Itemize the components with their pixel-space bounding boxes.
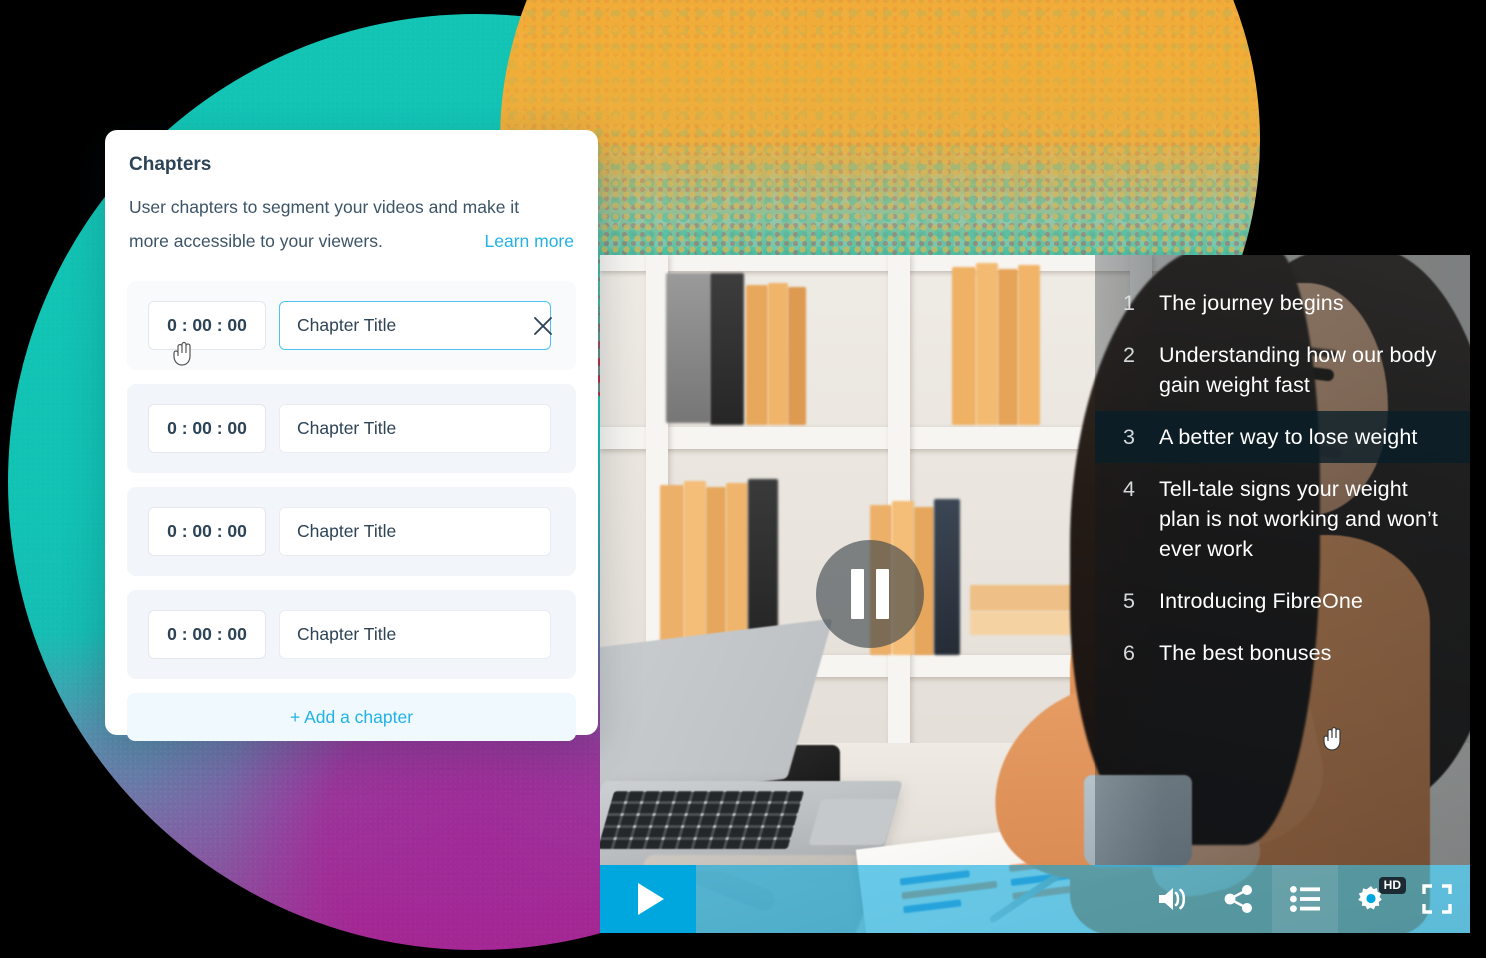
chapter-list-item[interactable]: 1 The journey begins bbox=[1095, 277, 1470, 329]
panel-description: User chapters to segment your videos and… bbox=[129, 190, 574, 258]
add-chapter-button[interactable]: + Add a chapter bbox=[127, 693, 576, 741]
chapter-label: Tell-tale signs your weight plan is not … bbox=[1159, 477, 1438, 561]
chapter-title-input[interactable]: Chapter Title bbox=[279, 507, 551, 556]
chapter-list-item[interactable]: 2 Understanding how our body gain weight… bbox=[1095, 329, 1470, 411]
laptop-keyboard bbox=[600, 791, 805, 849]
chapter-time-input[interactable]: 0 : 00 : 00 bbox=[148, 404, 266, 453]
chapter-label: The journey begins bbox=[1159, 291, 1344, 315]
description-line-1: User chapters to segment your videos and… bbox=[129, 197, 520, 217]
chapter-row[interactable]: 0 : 00 : 00 Chapter Title bbox=[127, 384, 576, 473]
chapter-number: 1 bbox=[1123, 291, 1136, 315]
chapter-list-overlay[interactable]: 1 The journey begins 2 Understanding how… bbox=[1095, 255, 1470, 865]
chapter-row[interactable]: 0 : 00 : 00 Chapter Title bbox=[127, 487, 576, 576]
fullscreen-button[interactable] bbox=[1404, 865, 1470, 933]
chapter-time-input[interactable]: 0 : 00 : 00 bbox=[148, 610, 266, 659]
pause-button[interactable] bbox=[816, 540, 924, 648]
play-button[interactable] bbox=[600, 865, 696, 933]
chapter-label: Introducing FibreOne bbox=[1159, 589, 1363, 613]
chapter-list-icon bbox=[1290, 886, 1320, 912]
panel-title: Chapters bbox=[129, 154, 212, 175]
chapter-list-item[interactable]: 4 Tell-tale signs your weight plan is no… bbox=[1095, 463, 1470, 575]
chapter-number: 5 bbox=[1123, 589, 1136, 613]
chapter-time-input[interactable]: 0 : 00 : 00 bbox=[148, 301, 266, 350]
description-line-2: more accessible to your viewers. bbox=[129, 231, 383, 251]
chapter-number: 3 bbox=[1123, 425, 1136, 449]
volume-icon bbox=[1159, 888, 1186, 910]
video-control-bar[interactable]: HD bbox=[600, 865, 1470, 933]
chapter-number: 6 bbox=[1123, 641, 1136, 665]
chapter-list-item[interactable]: 6 The best bonuses bbox=[1095, 627, 1470, 679]
play-icon bbox=[637, 883, 664, 915]
settings-button[interactable]: HD bbox=[1338, 865, 1406, 933]
share-button[interactable] bbox=[1206, 865, 1272, 933]
chapter-title-input[interactable]: Chapter Title bbox=[279, 301, 551, 350]
chapter-number: 2 bbox=[1123, 343, 1136, 367]
learn-more-link[interactable]: Learn more bbox=[485, 224, 575, 258]
share-icon bbox=[1224, 885, 1252, 913]
chapter-list-item-active[interactable]: 3 A better way to lose weight bbox=[1095, 411, 1470, 463]
chapter-label: Understanding how our body gain weight f… bbox=[1159, 343, 1437, 397]
video-player[interactable]: 1 The journey begins 2 Understanding how… bbox=[600, 255, 1470, 933]
chapter-label: A better way to lose weight bbox=[1159, 425, 1418, 449]
laptop-trackpad bbox=[808, 799, 898, 845]
pause-bar-right bbox=[876, 569, 889, 619]
chapter-row[interactable]: 0 : 00 : 00 Chapter Title bbox=[127, 590, 576, 679]
chapter-label: The best bonuses bbox=[1159, 641, 1332, 665]
chapter-row[interactable]: 0 : 00 : 00 Chapter Title bbox=[127, 281, 576, 370]
chapter-number: 4 bbox=[1123, 477, 1136, 501]
pause-bar-left bbox=[851, 569, 864, 619]
chapters-panel: Chapters User chapters to segment your v… bbox=[105, 130, 598, 741]
chapter-title-input[interactable]: Chapter Title bbox=[279, 610, 551, 659]
control-icon-group: HD bbox=[1140, 865, 1470, 933]
fullscreen-icon bbox=[1422, 884, 1452, 914]
remove-chapter-button[interactable] bbox=[532, 315, 554, 337]
chapter-list-item[interactable]: 5 Introducing FibreOne bbox=[1095, 575, 1470, 627]
hd-badge: HD bbox=[1378, 877, 1406, 895]
chapter-time-input[interactable]: 0 : 00 : 00 bbox=[148, 507, 266, 556]
volume-button[interactable] bbox=[1140, 865, 1206, 933]
chapter-title-input[interactable]: Chapter Title bbox=[279, 404, 551, 453]
chapter-list-button[interactable] bbox=[1272, 865, 1338, 933]
screenshot-stage: 1 The journey begins 2 Understanding how… bbox=[0, 0, 1486, 958]
